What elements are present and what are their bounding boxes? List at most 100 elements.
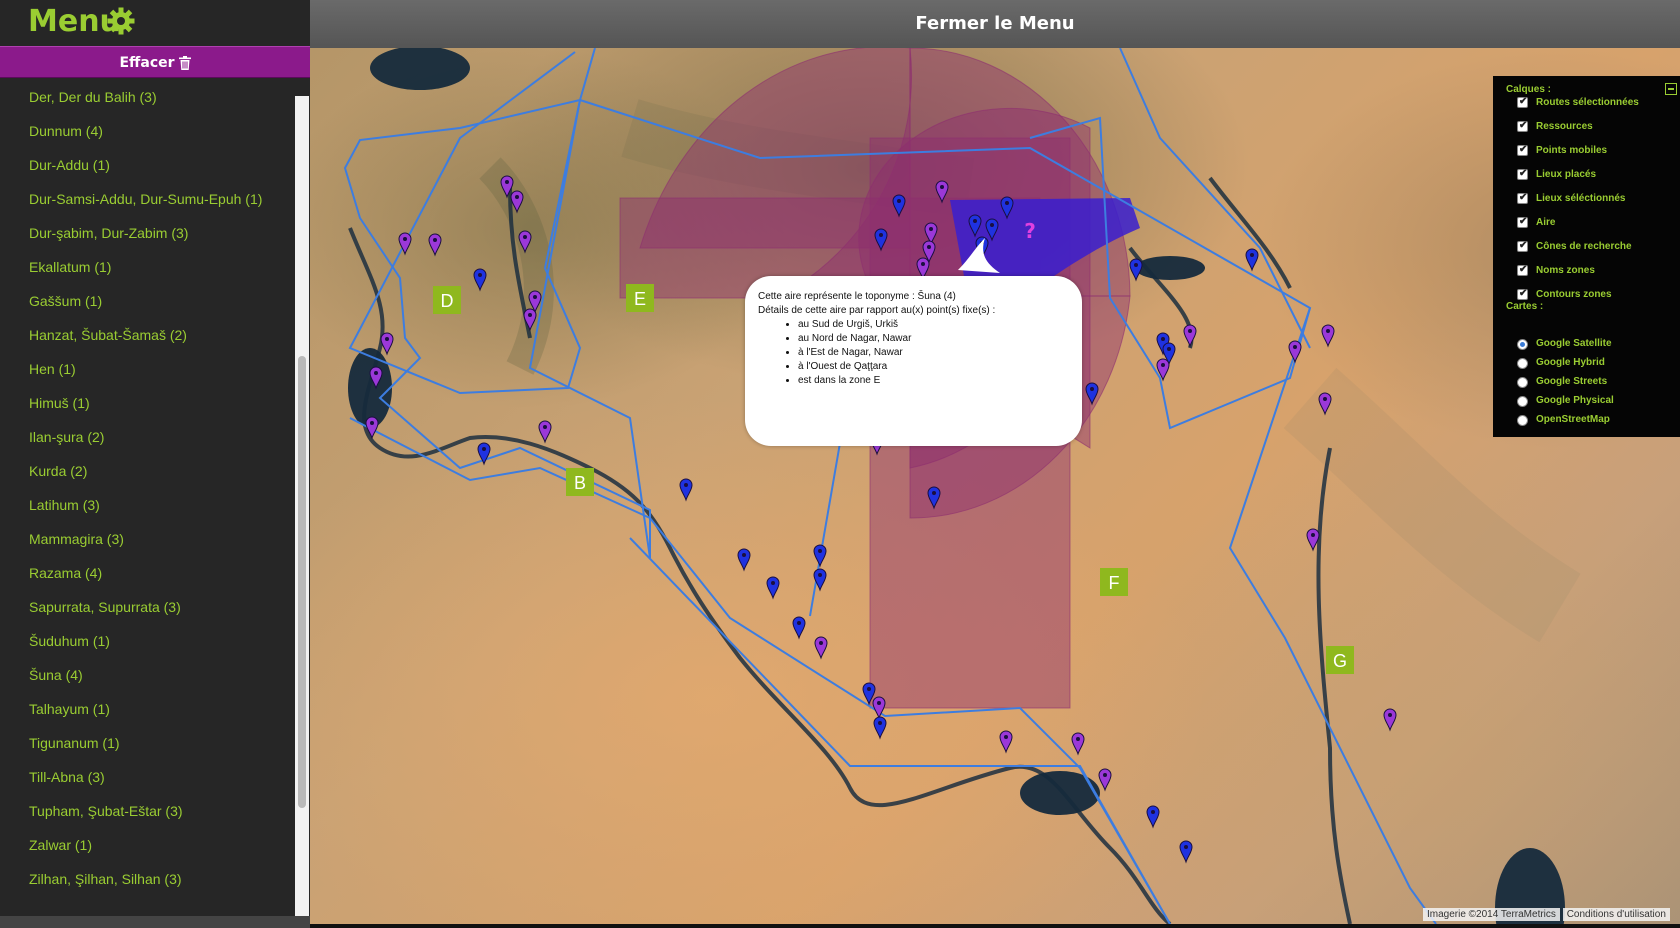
place-marker-purple-icon[interactable] xyxy=(1383,708,1397,732)
collapse-panel-button[interactable] xyxy=(1665,83,1677,95)
popup-line-1: Cette aire représente le toponyme : Šuna… xyxy=(758,291,956,302)
layer-label: Lieux placés xyxy=(1536,169,1597,180)
place-marker-blue-icon[interactable] xyxy=(766,576,780,600)
layer-checkbox[interactable] xyxy=(1517,96,1528,108)
popup-bullet: au Sud de Urgiš, Urkiš xyxy=(798,318,995,332)
zone-label-b: B xyxy=(566,468,594,496)
toponym-list-item[interactable]: Ekallatum (1) xyxy=(29,259,111,275)
layer-label: Cônes de recherche xyxy=(1536,241,1632,252)
map-overlay: D E B F G ? xyxy=(343,48,1581,924)
basemap-radio[interactable] xyxy=(1517,415,1528,426)
toponym-list-item[interactable]: Hanzat, Šubat-Šamaš (2) xyxy=(29,327,187,343)
scrollbar-thumb[interactable] xyxy=(298,356,306,808)
place-marker-blue-icon[interactable] xyxy=(1179,840,1193,864)
place-marker-purple-icon[interactable] xyxy=(1183,324,1197,348)
toponym-list-item[interactable]: Dunnum (4) xyxy=(29,123,103,139)
layer-checkbox[interactable] xyxy=(1517,192,1528,204)
question-mark-icon: ? xyxy=(1024,219,1036,243)
place-marker-purple-icon[interactable] xyxy=(538,420,552,444)
toponym-list-item[interactable]: Hen (1) xyxy=(29,361,76,377)
place-marker-purple-icon[interactable] xyxy=(999,730,1013,754)
zone-label-b-text: B xyxy=(574,473,586,493)
basemap-label: Google Physical xyxy=(1536,395,1614,406)
toponym-list-item[interactable]: Zilhan, Şilhan, Silhan (3) xyxy=(29,871,182,887)
layer-label: Routes sélectionnées xyxy=(1536,97,1639,108)
toponym-list-item[interactable]: Mammagira (3) xyxy=(29,531,124,547)
basemap-label: OpenStreetMap xyxy=(1536,414,1610,425)
basemap-label: Google Hybrid xyxy=(1536,357,1605,368)
layer-label: Points mobiles xyxy=(1536,145,1608,156)
clear-button-label: Effacer xyxy=(119,55,175,71)
layer-label: Lieux séléctionnés xyxy=(1536,193,1626,204)
toponym-list-item[interactable]: Sapurrata, Supurrata (3) xyxy=(29,599,181,615)
map-attribution: Imagerie ©2014 TerraMetrics Conditions d… xyxy=(1423,908,1680,924)
toponym-list-item[interactable]: Zalwar (1) xyxy=(29,837,92,853)
sidebar-footer xyxy=(0,916,310,928)
close-menu-bar[interactable]: Fermer le Menu xyxy=(310,0,1680,49)
zone-label-f-text: F xyxy=(1109,573,1120,593)
place-marker-purple-icon[interactable] xyxy=(1071,732,1085,756)
toponym-list-item[interactable]: Till-Abna (3) xyxy=(29,769,105,785)
basemap-radio[interactable] xyxy=(1517,396,1528,407)
popup-bullet: à l'Ouest de Qaţţara xyxy=(798,360,995,374)
trash-icon xyxy=(178,56,191,70)
layer-checkbox[interactable] xyxy=(1517,240,1528,252)
toponym-list-item[interactable]: Dur-şabim, Dur-Zabim (3) xyxy=(29,225,188,241)
place-marker-purple-icon[interactable] xyxy=(380,332,394,356)
basemap-radio[interactable] xyxy=(1517,358,1528,369)
basemap-label: Google Satellite xyxy=(1536,338,1612,349)
basemap-radio[interactable] xyxy=(1517,377,1528,388)
toponym-list-item[interactable]: Latihum (3) xyxy=(29,497,100,513)
clear-button[interactable]: Effacer xyxy=(0,46,310,78)
zone-label-e-text: E xyxy=(634,289,646,309)
toponym-list-item[interactable]: Dur-Samsi-Addu, Dur-Sumu-Epuh (1) xyxy=(29,191,262,207)
place-marker-blue-icon[interactable] xyxy=(473,268,487,292)
layer-checkbox[interactable] xyxy=(1517,216,1528,228)
toponym-list-item[interactable]: Kurda (2) xyxy=(29,463,87,479)
place-marker-blue-icon[interactable] xyxy=(1146,805,1160,829)
place-marker-blue-icon[interactable] xyxy=(873,716,887,740)
place-marker-blue-icon[interactable] xyxy=(813,544,827,568)
toponym-list-item[interactable]: Himuš (1) xyxy=(29,395,90,411)
basemap-radio[interactable] xyxy=(1517,339,1528,350)
layer-checkbox[interactable] xyxy=(1517,288,1528,300)
toponym-list-item[interactable]: Ilan-şura (2) xyxy=(29,429,104,445)
toponym-list-item[interactable]: Der, Der du Balih (3) xyxy=(29,89,157,105)
maps-title: Cartes : xyxy=(1506,301,1544,312)
toponym-list-item[interactable]: Šuna (4) xyxy=(29,667,83,683)
toponym-list-item[interactable]: Dur-Addu (1) xyxy=(29,157,110,173)
layer-checkbox[interactable] xyxy=(1517,168,1528,180)
toponym-list-item[interactable]: Šuduhum (1) xyxy=(29,633,110,649)
gear-icon[interactable] xyxy=(106,6,136,36)
place-marker-purple-icon[interactable] xyxy=(814,636,828,660)
place-marker-blue-icon[interactable] xyxy=(1245,248,1259,272)
place-marker-purple-icon[interactable] xyxy=(1288,340,1302,364)
toponym-list-item[interactable]: Talhayum (1) xyxy=(29,701,110,717)
toponym-list-item[interactable]: Tupham, Şubat-Eštar (3) xyxy=(29,803,183,819)
zone-label-g-text: G xyxy=(1333,651,1347,671)
toponym-list-item[interactable]: Gaššum (1) xyxy=(29,293,102,309)
place-marker-purple-icon[interactable] xyxy=(1321,324,1335,348)
map-canvas[interactable]: D E B F G ? Cette aire représente le top… xyxy=(310,48,1680,924)
popup-bullets: au Sud de Urgiš, Urkiš au Nord de Nagar,… xyxy=(758,318,995,388)
layer-checkbox[interactable] xyxy=(1517,264,1528,276)
popup-bullet: au Nord de Nagar, Nawar xyxy=(798,332,995,346)
place-marker-blue-icon[interactable] xyxy=(737,548,751,572)
layer-switcher-panel: Calques : Routes sélectionnées Ressources… xyxy=(1493,76,1680,437)
place-marker-blue-icon[interactable] xyxy=(792,616,806,640)
layer-checkbox[interactable] xyxy=(1517,144,1528,156)
place-marker-purple-icon[interactable] xyxy=(428,233,442,257)
zone-label-g: G xyxy=(1326,646,1354,674)
terms-link[interactable]: Conditions d'utilisation xyxy=(1562,908,1670,921)
layer-checkbox[interactable] xyxy=(1517,120,1528,132)
popup-bullet: est dans la zone E xyxy=(798,374,995,388)
place-marker-blue-icon[interactable] xyxy=(1129,258,1143,282)
place-marker-blue-icon[interactable] xyxy=(679,478,693,502)
toponym-list-item[interactable]: Tigunanum (1) xyxy=(29,735,120,751)
toponym-list-item[interactable]: Razama (4) xyxy=(29,565,102,581)
layers-title: Calques : xyxy=(1506,84,1552,95)
close-menu-label[interactable]: Fermer le Menu xyxy=(310,0,1680,48)
popup-body: Cette aire représente le toponyme : Šuna… xyxy=(758,290,995,388)
layer-label: Aire xyxy=(1536,217,1556,228)
place-marker-purple-icon[interactable] xyxy=(1098,768,1112,792)
